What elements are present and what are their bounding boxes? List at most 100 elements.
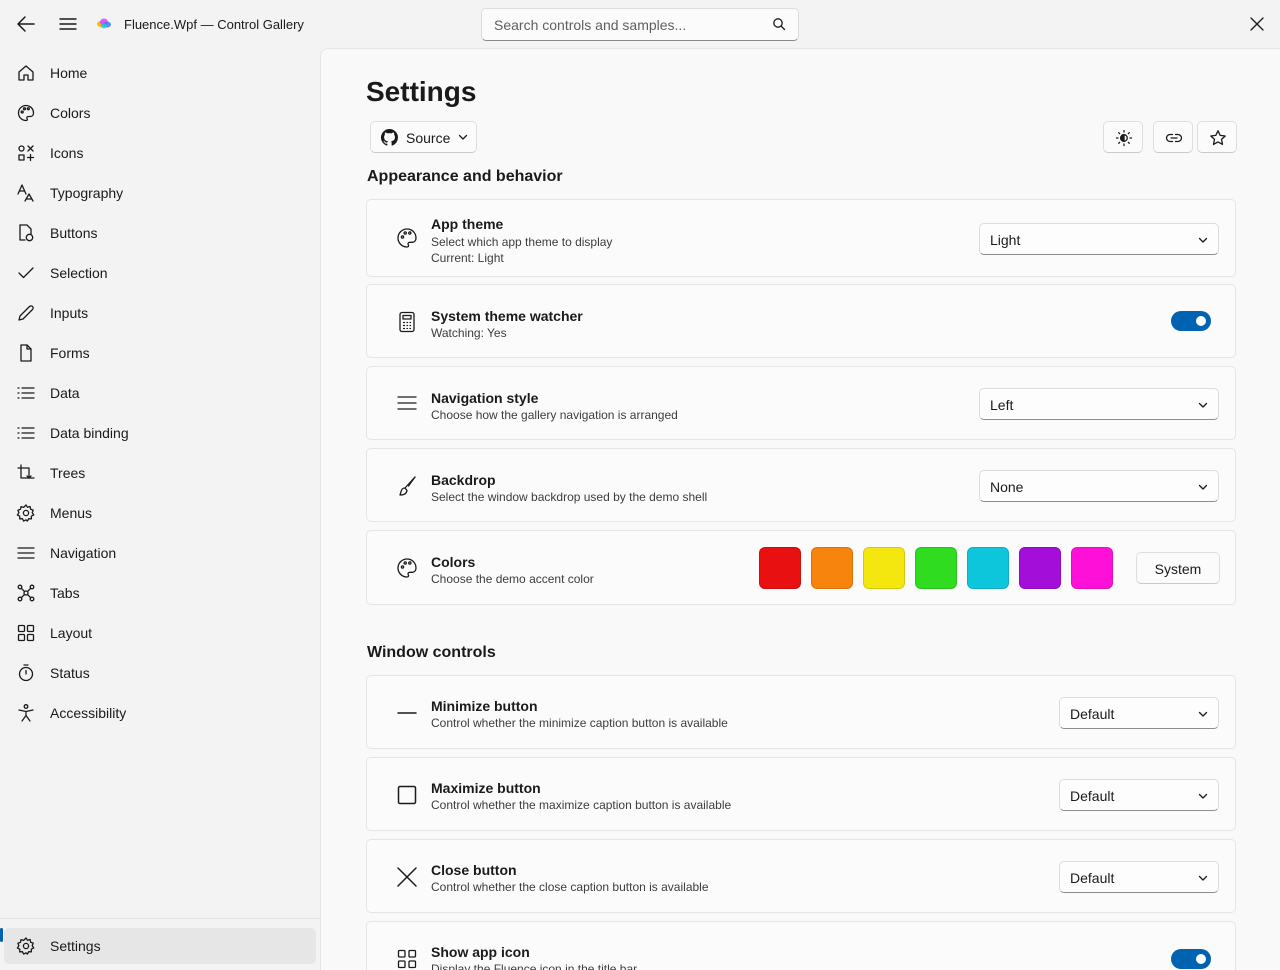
minimize-button-dropdown[interactable]: Default xyxy=(1059,697,1219,729)
app-theme-dropdown[interactable]: Light xyxy=(979,223,1219,255)
pencil-icon xyxy=(16,303,36,323)
chevron-down-icon xyxy=(1198,400,1208,410)
back-arrow-icon[interactable] xyxy=(14,12,38,36)
maximize-icon xyxy=(395,783,419,807)
sidebar-divider xyxy=(0,918,320,919)
close-icon[interactable] xyxy=(1248,15,1266,33)
sidebar-item-label: Navigation xyxy=(50,545,117,561)
calculator-icon xyxy=(395,310,419,334)
card-title: Colors xyxy=(431,554,476,570)
sidebar-item-data-binding[interactable]: Data binding xyxy=(4,415,316,451)
brush-icon xyxy=(395,474,419,498)
color-swatch-purple[interactable] xyxy=(1019,547,1061,589)
search-input[interactable] xyxy=(494,15,764,35)
color-swatch-cyan[interactable] xyxy=(967,547,1009,589)
color-swatch-red[interactable] xyxy=(759,547,801,589)
sidebar-item-icons[interactable]: Icons xyxy=(4,135,316,171)
accent-colors-card: Colors Choose the demo accent color Syst… xyxy=(366,530,1236,605)
app-logo-icon xyxy=(96,17,112,31)
sidebar-item-status[interactable]: Status xyxy=(4,655,316,691)
theme-toggle-button[interactable] xyxy=(1103,121,1143,153)
card-title: App theme xyxy=(431,216,504,232)
hamburger-menu-icon[interactable] xyxy=(57,12,79,36)
sidebar-item-label: Status xyxy=(50,665,90,681)
link-icon xyxy=(1165,133,1183,143)
typography-icon xyxy=(16,183,36,203)
system-color-button[interactable]: System xyxy=(1136,552,1220,584)
card-description: Display the Fluence icon in the title ba… xyxy=(431,962,638,970)
palette-icon xyxy=(16,103,36,123)
theme-toggle-icon xyxy=(1115,129,1133,147)
maximize-button-dropdown[interactable]: Default xyxy=(1059,779,1219,811)
card-title: Show app icon xyxy=(431,944,530,960)
github-icon xyxy=(381,129,398,146)
card-description: Select the window backdrop used by the d… xyxy=(431,490,708,504)
page-title: Settings xyxy=(366,76,477,107)
section-heading-window-controls: Window controls xyxy=(367,644,496,661)
navigation-style-dropdown[interactable]: Left xyxy=(979,388,1219,420)
sidebar-item-home[interactable]: Home xyxy=(4,55,316,91)
sidebar-item-settings[interactable]: Settings xyxy=(4,928,316,964)
gear-icon xyxy=(16,503,36,523)
card-title: System theme watcher xyxy=(431,308,583,324)
sidebar-item-tabs[interactable]: Tabs xyxy=(4,575,316,611)
sidebar-item-data[interactable]: Data xyxy=(4,375,316,411)
sidebar-item-trees[interactable]: Trees xyxy=(4,455,316,491)
sidebar-item-menus[interactable]: Menus xyxy=(4,495,316,531)
sidebar-item-inputs[interactable]: Inputs xyxy=(4,295,316,331)
sidebar-item-selection[interactable]: Selection xyxy=(4,255,316,291)
sidebar-item-accessibility[interactable]: Accessibility xyxy=(4,695,316,731)
card-description: Watching: Yes xyxy=(431,326,507,340)
color-swatch-yellow[interactable] xyxy=(863,547,905,589)
chevron-down-icon xyxy=(1198,482,1208,492)
list-icon xyxy=(16,383,36,403)
sidebar-item-typography[interactable]: Typography xyxy=(4,175,316,211)
sidebar-item-colors[interactable]: Colors xyxy=(4,95,316,131)
sidebar-item-layout[interactable]: Layout xyxy=(4,615,316,651)
search-box[interactable] xyxy=(481,8,799,41)
card-title: Minimize button xyxy=(431,698,538,714)
favorite-button[interactable] xyxy=(1197,121,1237,153)
sidebar-item-label: Icons xyxy=(50,145,84,161)
chevron-down-icon xyxy=(1198,791,1208,801)
dropdown-value: None xyxy=(990,479,1024,495)
sidebar-item-label: Menus xyxy=(50,505,93,521)
sidebar-item-buttons[interactable]: Buttons xyxy=(4,215,316,251)
color-swatch-green[interactable] xyxy=(915,547,957,589)
color-swatch-orange[interactable] xyxy=(811,547,853,589)
navigation-lines-icon xyxy=(16,543,36,563)
star-icon xyxy=(1210,130,1226,146)
sidebar-item-label: Typography xyxy=(50,185,124,201)
link-button[interactable] xyxy=(1153,121,1193,153)
sidebar-item-forms[interactable]: Forms xyxy=(4,335,316,371)
card-title: Backdrop xyxy=(431,472,496,488)
backdrop-card: Backdrop Select the window backdrop used… xyxy=(366,448,1236,522)
tabs-icon xyxy=(16,583,36,603)
chevron-down-icon xyxy=(1198,235,1208,245)
close-button-dropdown[interactable]: Default xyxy=(1059,861,1219,893)
gear-icon xyxy=(16,936,36,956)
close-button-card: Close button Control whether the close c… xyxy=(366,839,1236,913)
checkmark-icon xyxy=(16,263,36,283)
card-description: Select which app theme to display xyxy=(431,235,613,249)
sidebar-item-navigation[interactable]: Navigation xyxy=(4,535,316,571)
section-heading-appearance: Appearance and behavior xyxy=(367,168,563,185)
accessibility-icon xyxy=(16,703,36,723)
theme-watcher-card: System theme watcher Watching: Yes xyxy=(366,284,1236,358)
minimize-button-card: Minimize button Control whether the mini… xyxy=(366,675,1236,749)
source-button-label: Source xyxy=(406,130,451,146)
sidebar-item-label: Tabs xyxy=(50,585,80,601)
close-icon xyxy=(395,865,419,889)
list-icon xyxy=(16,423,36,443)
sidebar-item-label: Trees xyxy=(50,465,86,481)
source-button[interactable]: Source xyxy=(370,121,477,153)
chevron-down-icon xyxy=(1198,709,1208,719)
search-icon[interactable] xyxy=(772,17,786,31)
palette-icon xyxy=(395,556,419,580)
current-theme-text: Current: Light xyxy=(431,251,504,265)
show-app-icon-toggle[interactable] xyxy=(1171,949,1211,969)
backdrop-dropdown[interactable]: None xyxy=(979,470,1219,502)
theme-watcher-toggle[interactable] xyxy=(1171,311,1211,331)
document-icon xyxy=(16,343,36,363)
color-swatch-magenta[interactable] xyxy=(1071,547,1113,589)
